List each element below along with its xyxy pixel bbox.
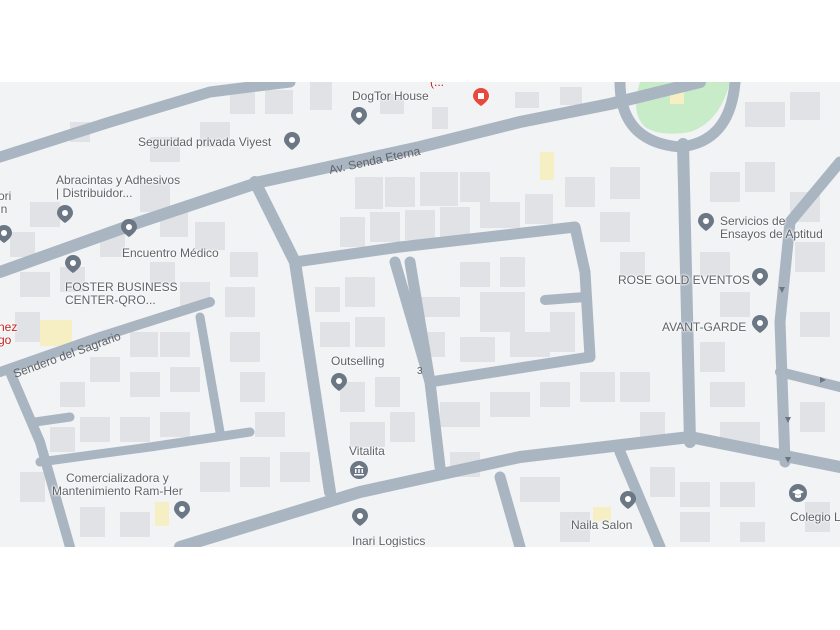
pin-icon[interactable] <box>172 500 192 520</box>
pin-icon[interactable] <box>696 212 716 232</box>
place-label-partial[interactable]: (... <box>430 82 444 89</box>
pin-icon[interactable] <box>618 490 638 510</box>
place-label-comercializadora[interactable]: Comercializadora y Mantenimiento Ram-Her <box>52 472 183 498</box>
place-label-encuentro-medico[interactable]: Encuentro Médico <box>122 247 219 260</box>
road-loop-spur <box>540 292 590 305</box>
place-label-left-edge[interactable]: ori in <box>0 190 11 216</box>
pin-icon[interactable] <box>63 254 83 274</box>
place-label-outselling[interactable]: Outselling <box>331 355 384 368</box>
pin-icon[interactable] <box>0 224 14 244</box>
place-label-rosegold[interactable]: ROSE GOLD EVENTOS <box>618 274 750 287</box>
road-vertical-center <box>249 176 336 498</box>
pin-icon[interactable] <box>55 204 75 224</box>
school-icon[interactable] <box>788 483 808 503</box>
place-label-inari[interactable]: Inari Logistics <box>352 535 425 548</box>
road-right-cross <box>775 367 840 392</box>
place-label-servicios[interactable]: Servicios de Ensayos de Aptitud <box>720 215 823 241</box>
pin-icon[interactable] <box>282 131 302 151</box>
pin-icon[interactable] <box>750 267 770 287</box>
street-label-number: 3 <box>417 366 423 377</box>
place-label-naila[interactable]: Naila Salon <box>571 519 632 532</box>
pin-icon[interactable] <box>750 314 770 334</box>
place-label-left-edge-red[interactable]: nez go <box>0 321 17 347</box>
street-label-senda-eterna: Av. Senda Eterna <box>328 144 422 177</box>
place-label-colegio[interactable]: Colegio L <box>790 511 840 524</box>
road-right-main <box>677 138 696 448</box>
place-label-vitalita[interactable]: Vitalita <box>349 445 385 458</box>
pin-icon[interactable] <box>350 507 370 527</box>
place-label-foster[interactable]: FOSTER BUSINESS CENTER-QRO... <box>65 281 178 307</box>
place-label-seguridad[interactable]: Seguridad privada Viyest <box>138 136 271 149</box>
map-canvas[interactable]: Av. Senda Eterna Sendero del Sagrario 3 … <box>0 82 840 547</box>
road-left-spur <box>30 412 75 427</box>
road-bottom-branch <box>494 471 526 547</box>
place-label-avantgarde[interactable]: AVANT-GARDE <box>662 321 746 334</box>
pin-icon[interactable] <box>329 372 349 392</box>
place-label-abracintas[interactable]: Abracintas y Adhesivos | Distribuidor... <box>56 174 180 200</box>
pin-icon[interactable] <box>349 106 369 126</box>
road-sagrario-down <box>195 312 225 437</box>
pin-icon[interactable] <box>119 218 139 238</box>
red-pin-icon[interactable] <box>471 87 491 107</box>
bank-icon[interactable] <box>349 460 369 480</box>
place-label-dogtor-house[interactable]: DogTor House <box>352 90 429 103</box>
